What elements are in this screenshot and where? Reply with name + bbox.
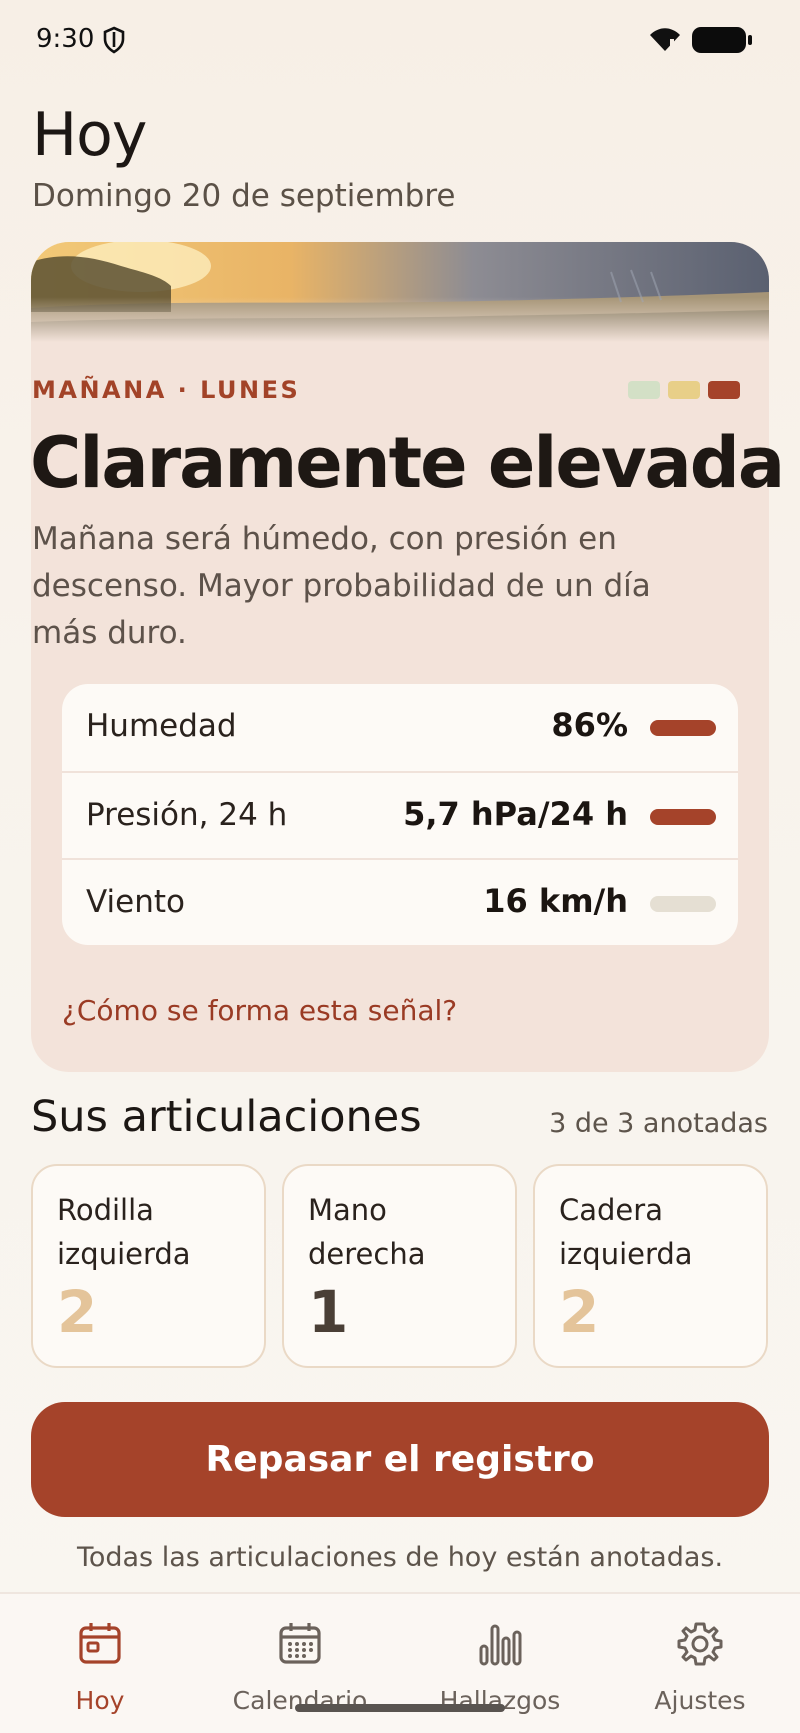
page-date: Domingo 20 de septiembre bbox=[32, 178, 456, 214]
joint-card-right-hand[interactable]: Mano derecha 1 bbox=[282, 1164, 517, 1368]
calendar-day-icon bbox=[79, 1623, 121, 1664]
signal-info-link[interactable]: ¿Cómo se forma esta señal? bbox=[62, 994, 457, 1027]
joint-card-left-knee[interactable]: Rodilla izquierda 2 bbox=[31, 1164, 266, 1368]
metric-value: 5,7 hPa/24 h bbox=[403, 795, 628, 833]
forecast-level: Claramente elevada bbox=[30, 422, 785, 504]
metric-indicator bbox=[650, 720, 716, 736]
metric-indicator bbox=[650, 896, 716, 912]
level-dot-low bbox=[628, 381, 660, 399]
tab-ajustes[interactable]: Ajustes bbox=[600, 1594, 800, 1733]
metric-label: Presión, 24 h bbox=[86, 797, 288, 833]
joints-list: Rodilla izquierda 2 Mano derecha 1 Cader… bbox=[31, 1164, 769, 1368]
gear-icon bbox=[677, 1622, 723, 1666]
metric-label: Humedad bbox=[86, 708, 237, 744]
bar-chart-icon bbox=[479, 1624, 522, 1666]
calendar-grid-icon bbox=[279, 1623, 321, 1664]
tab-label: Hoy bbox=[75, 1686, 125, 1715]
wifi-icon bbox=[650, 28, 680, 51]
metric-indicator bbox=[650, 809, 716, 825]
joint-name: Rodilla izquierda bbox=[57, 1193, 191, 1271]
status-bar: 9:30 bbox=[0, 0, 800, 80]
joints-section-title: Sus articulaciones bbox=[31, 1092, 422, 1142]
completion-note: Todas las articulaciones de hoy están an… bbox=[76, 1542, 724, 1573]
level-dot-medium bbox=[668, 381, 700, 399]
weather-metrics: Humedad 86% Presión, 24 h 5,7 hPa/24 h V… bbox=[62, 684, 738, 945]
review-log-button[interactable]: Repasar el registro bbox=[31, 1402, 769, 1517]
tab-calendario[interactable]: Calendario bbox=[200, 1594, 400, 1733]
tab-label: Ajustes bbox=[654, 1686, 746, 1715]
joint-name: Cadera izquierda bbox=[559, 1193, 693, 1271]
joint-score: 1 bbox=[308, 1278, 349, 1346]
level-dot-high bbox=[708, 381, 740, 399]
shield-icon bbox=[103, 26, 125, 54]
metric-value: 16 km/h bbox=[483, 882, 628, 920]
joints-count: 3 de 3 anotadas bbox=[549, 1108, 768, 1139]
status-time: 9:30 bbox=[36, 24, 95, 54]
metric-row-humidity: Humedad 86% bbox=[62, 684, 738, 771]
landscape-banner-image bbox=[31, 242, 769, 342]
joint-score: 2 bbox=[57, 1278, 98, 1346]
page-title: Hoy bbox=[32, 100, 147, 170]
metric-value: 86% bbox=[551, 706, 628, 744]
tab-hoy[interactable]: Hoy bbox=[0, 1594, 200, 1733]
metric-label: Viento bbox=[86, 884, 185, 920]
tab-hallazgos[interactable]: Hallazgos bbox=[400, 1594, 600, 1733]
forecast-description: Mañana será húmedo, con presión en desce… bbox=[32, 521, 651, 651]
metric-row-wind: Viento 16 km/h bbox=[62, 858, 738, 945]
forecast-card bbox=[31, 242, 769, 1072]
battery-icon bbox=[692, 27, 752, 53]
home-indicator[interactable] bbox=[295, 1704, 505, 1712]
joint-name: Mano derecha bbox=[308, 1193, 426, 1271]
joint-card-left-hip[interactable]: Cadera izquierda 2 bbox=[533, 1164, 768, 1368]
joint-score: 2 bbox=[559, 1278, 600, 1346]
metric-row-pressure: Presión, 24 h 5,7 hPa/24 h bbox=[62, 771, 738, 858]
forecast-day-label: MAÑANA · LUNES bbox=[32, 376, 301, 404]
